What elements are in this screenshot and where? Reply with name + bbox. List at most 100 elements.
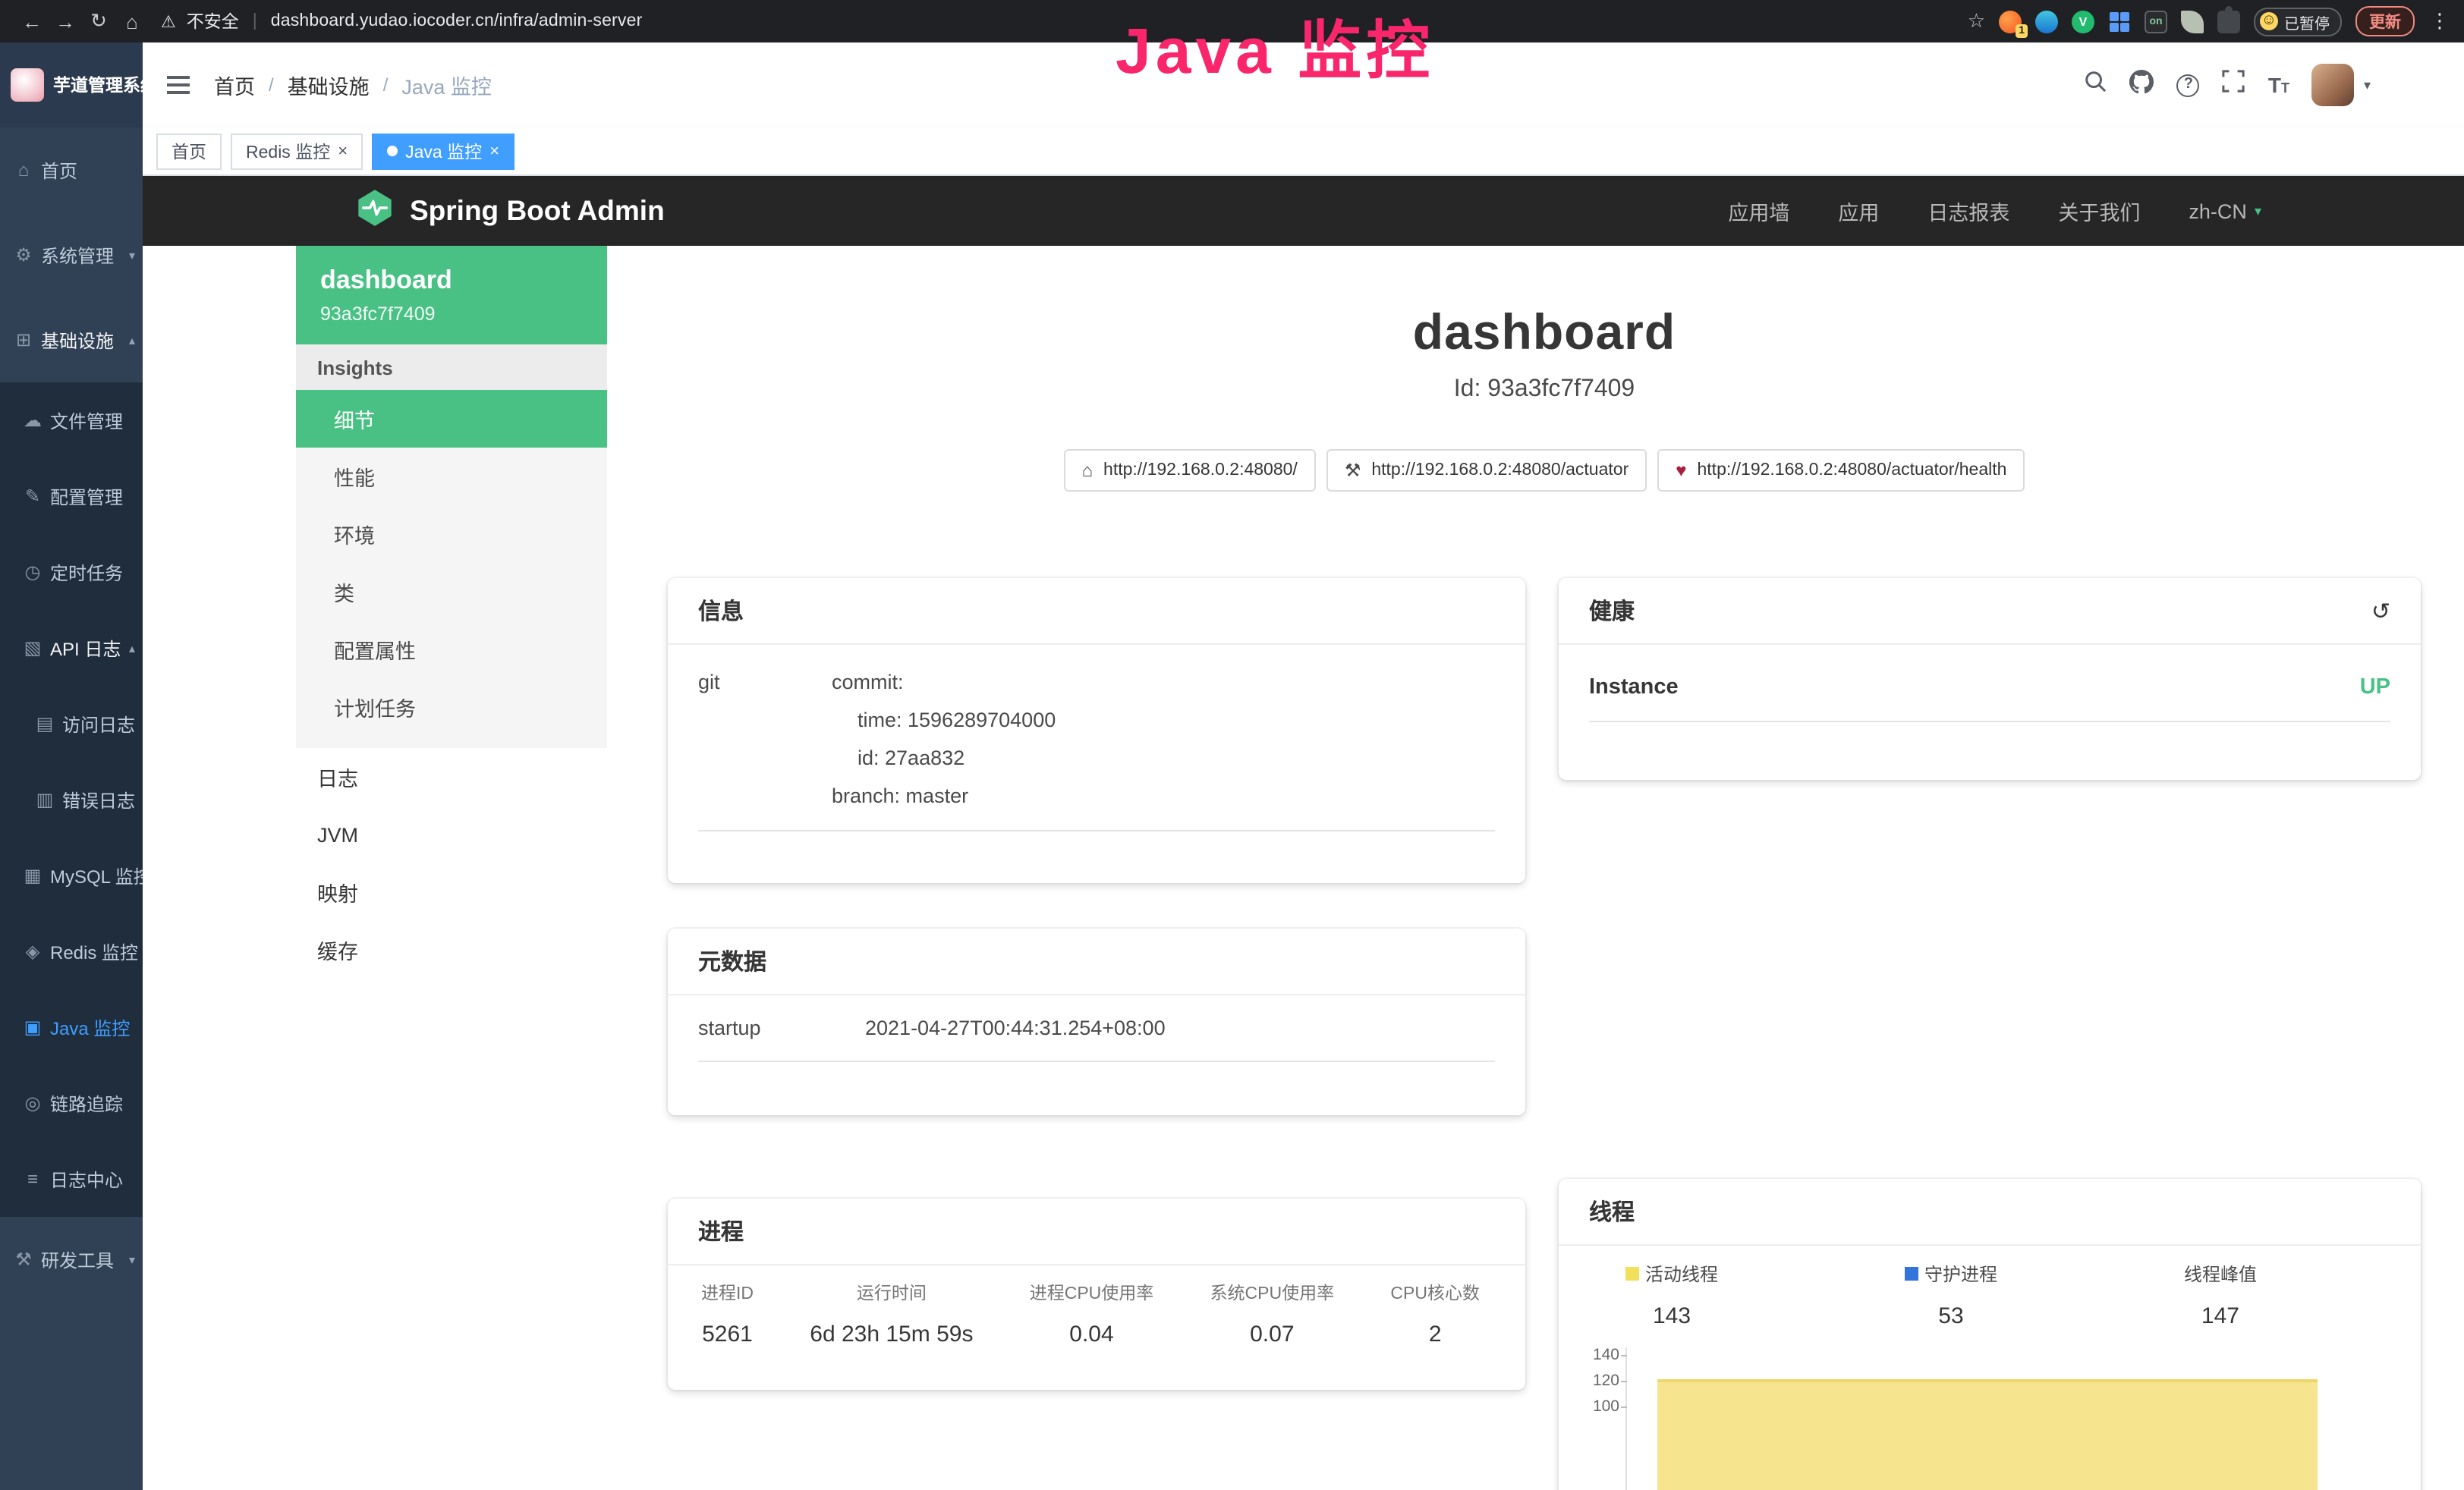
extension-leaf-icon[interactable]	[2181, 10, 2204, 33]
navbar-right-icons: ? TT ▾	[2085, 64, 2440, 106]
process-col: CPU核心数 2	[1390, 1281, 1480, 1347]
breadcrumb-separator: /	[269, 74, 274, 96]
chrome-right-cluster: ☆ 1 V on ☺ 已暂停 更新 ⋮	[1968, 6, 2450, 36]
info-git-row: git commit: time: 1596289704000 id: 27aa…	[698, 645, 1495, 831]
sidebar-item-system[interactable]: ⚙ 系统管理 ▾	[0, 212, 143, 297]
sidebar-item-redis[interactable]: ◈ Redis 监控	[0, 913, 143, 989]
heart-icon: ♥	[1676, 460, 1686, 481]
browser-menu-icon[interactable]: ⋮	[2430, 9, 2450, 33]
actuator-url-button[interactable]: ⚒ http://192.168.0.2:48080/actuator	[1326, 449, 1647, 492]
forward-icon[interactable]: →	[49, 10, 82, 33]
sba-menu-performance[interactable]: 性能	[296, 448, 607, 505]
app-sidebar: 芋道管理系统 ⌂ 首页 ⚙ 系统管理 ▾ ⊞ 基础设施 ▴	[0, 42, 143, 1490]
health-instance-row[interactable]: Instance UP	[1589, 645, 2390, 722]
sba-menu-mappings[interactable]: 映射	[296, 863, 607, 921]
home-icon[interactable]: ⌂	[115, 10, 149, 33]
sidebar-item-mysql[interactable]: ▦ MySQL 监控	[0, 838, 143, 913]
sba-menu-logs[interactable]: 日志	[296, 748, 607, 806]
fullscreen-icon[interactable]	[2223, 70, 2245, 100]
search-icon[interactable]	[2085, 70, 2107, 100]
breadcrumb-home[interactable]: 首页	[214, 70, 255, 100]
github-icon[interactable]	[2130, 69, 2154, 101]
sba-menu-jvm[interactable]: JVM	[296, 806, 607, 863]
close-icon[interactable]: ×	[338, 142, 348, 160]
sba-menu-config-props[interactable]: 配置属性	[296, 621, 607, 678]
sba-menu-classes[interactable]: 类	[296, 563, 607, 621]
sba-menu-top-items: 日志 JVM 映射 缓存	[296, 748, 607, 979]
avatar-caret-icon[interactable]: ▾	[2364, 77, 2371, 93]
sba-menu-scheduled-tasks[interactable]: 计划任务	[296, 678, 607, 736]
sidebar-item-java-monitor[interactable]: ▣ Java 监控	[0, 989, 143, 1065]
chart-tick: 120	[1589, 1372, 1619, 1390]
info-card-title: 信息	[698, 595, 744, 627]
paused-label: 已暂停	[2284, 10, 2330, 33]
metadata-card: 元数据 startup 2021-04-27T00:44:31.254+08:0…	[668, 929, 1525, 1115]
sidebar-item-file[interactable]: ☁ 文件管理	[0, 382, 143, 458]
url-text[interactable]: dashboard.yudao.iocoder.cn/infra/admin-s…	[271, 12, 643, 30]
threads-card-title: 线程	[1589, 1196, 1635, 1228]
page-title: dashboard	[668, 303, 2421, 361]
user-avatar[interactable]	[2312, 64, 2355, 106]
instance-url-button[interactable]: ⌂ http://192.168.0.2:48080/	[1064, 449, 1316, 492]
breadcrumb-section[interactable]: 基础设施	[288, 70, 370, 100]
chart-tick: 140	[1589, 1346, 1619, 1364]
sidebar-item-log-center[interactable]: ≡ 日志中心	[0, 1141, 143, 1217]
tab-java-monitor[interactable]: Java 监控 ×	[372, 133, 515, 169]
sidebar-item-trace[interactable]: ◎ 链路追踪	[0, 1065, 143, 1141]
sidebar-item-api-log[interactable]: ▧ API 日志 ▴	[0, 610, 143, 686]
extensions-puzzle-icon[interactable]	[2217, 10, 2240, 33]
history-icon[interactable]: ↺	[2371, 597, 2390, 624]
sba-nav-journal[interactable]: 日志报表	[1927, 196, 2009, 226]
sba-nav-wallboard[interactable]: 应用墙	[1728, 196, 1789, 226]
breadcrumb-current: Java 监控	[401, 70, 492, 100]
cards-grid: 信息 git commit: time: 1596289704000 id: 2…	[668, 578, 2421, 1490]
sba-menu-details[interactable]: 细节	[296, 390, 607, 448]
sba-nav-applications[interactable]: 应用	[1838, 196, 1879, 226]
breadcrumb: 首页 / 基础设施 / Java 监控	[214, 70, 492, 100]
close-icon[interactable]: ×	[489, 142, 499, 160]
sidebar-item-error-log[interactable]: ▥ 错误日志	[0, 762, 143, 838]
legend-live-threads: 活动线程 143	[1625, 1261, 1718, 1329]
sba-instance-header[interactable]: dashboard 93a3fc7f7409	[296, 246, 607, 344]
help-icon[interactable]: ?	[2177, 74, 2200, 96]
address-bar[interactable]: ⚠ 不安全 | dashboard.yudao.iocoder.cn/infra…	[161, 9, 1968, 33]
sba-menu-caches[interactable]: 缓存	[296, 921, 607, 979]
sba-header: Spring Boot Admin 应用墙 应用 日志报表 关于我们 zh-CN…	[143, 176, 2464, 246]
chevron-down-icon: ▾	[129, 248, 135, 262]
extension-fox-icon[interactable]: 1	[1999, 10, 2022, 33]
sidebar-item-infra[interactable]: ⊞ 基础设施 ▴	[0, 297, 143, 382]
bookmark-star-icon[interactable]: ☆	[1968, 9, 1985, 33]
paused-badge[interactable]: ☺ 已暂停	[2254, 7, 2342, 36]
content-column: 首页 / 基础设施 / Java 监控 ? TT ▾	[143, 42, 2464, 1490]
app-logo[interactable]: 芋道管理系统	[0, 42, 143, 127]
browser-update-button[interactable]: 更新	[2355, 6, 2415, 36]
sidebar-item-home[interactable]: ⌂ 首页	[0, 127, 143, 212]
extension-grid-icon[interactable]	[2108, 10, 2131, 33]
chevron-up-icon: ▴	[129, 333, 135, 347]
sba-brand[interactable]: Spring Boot Admin	[355, 187, 665, 234]
extension-on-toggle-icon[interactable]: on	[2145, 10, 2167, 33]
sba-locale-select[interactable]: zh-CN ▾	[2189, 200, 2261, 222]
tab-home[interactable]: 首页	[156, 133, 222, 169]
font-size-icon[interactable]: TT	[2268, 73, 2289, 97]
sidebar-item-config[interactable]: ✎ 配置管理	[0, 458, 143, 534]
instance-links: ⌂ http://192.168.0.2:48080/ ⚒ http://192…	[668, 449, 2421, 492]
extension-drop-icon[interactable]	[2035, 10, 2058, 33]
extension-v-icon[interactable]: V	[2072, 10, 2094, 33]
error-log-icon: ▥	[35, 789, 55, 810]
sba-nav-about[interactable]: 关于我们	[2058, 196, 2140, 226]
sidebar-item-dev-tools[interactable]: ⚒ 研发工具 ▾	[0, 1217, 143, 1302]
chevron-up-icon: ▴	[129, 641, 135, 655]
security-label[interactable]: 不安全	[187, 9, 239, 33]
sba-menu-environment[interactable]: 环境	[296, 505, 607, 563]
address-separator: |	[253, 12, 257, 30]
sidebar-item-job[interactable]: ◷ 定时任务	[0, 534, 143, 610]
gear-icon: ⚙	[14, 244, 33, 266]
sidebar-item-access-log[interactable]: ▤ 访问日志	[0, 686, 143, 762]
sidebar-collapse-icon[interactable]	[167, 76, 190, 94]
refresh-icon[interactable]: ↻	[82, 9, 115, 33]
back-icon[interactable]: ←	[15, 10, 49, 33]
chevron-down-icon: ▾	[129, 1253, 135, 1266]
health-url-button[interactable]: ♥ http://192.168.0.2:48080/actuator/heal…	[1657, 449, 2025, 492]
tab-redis-monitor[interactable]: Redis 监控 ×	[231, 133, 363, 169]
